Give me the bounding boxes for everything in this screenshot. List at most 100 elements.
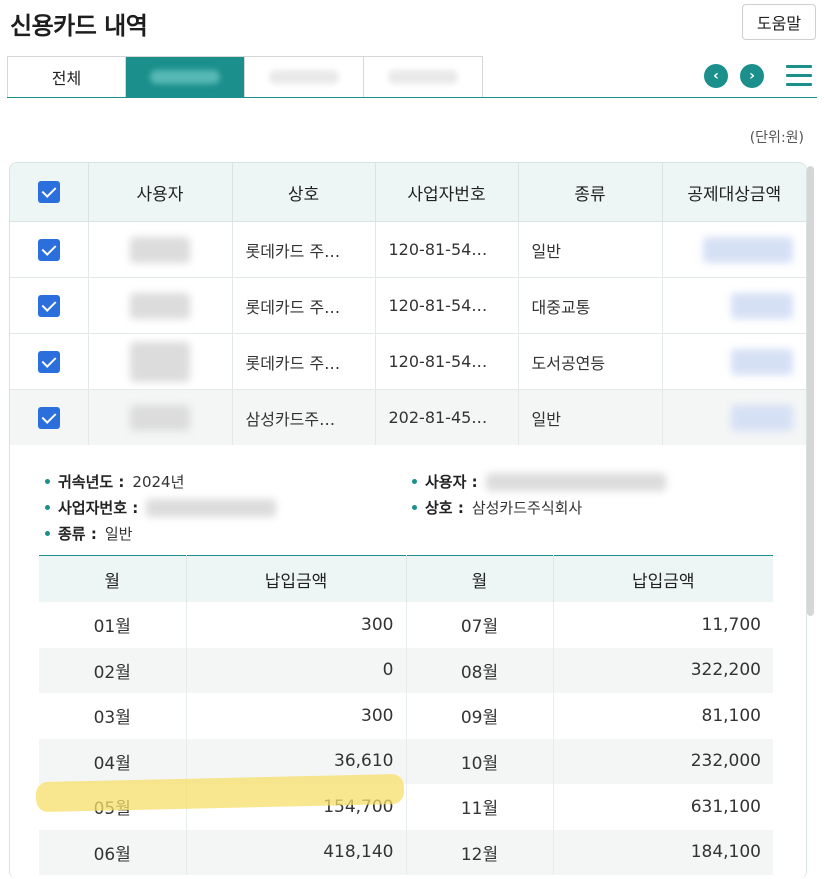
info-user-label: 사용자 : (425, 473, 478, 491)
info-user: 사용자 : (412, 471, 666, 492)
amount-cell: 300 (186, 693, 407, 739)
row-biz-no: 120-81-54… (375, 277, 519, 334)
row-company: 롯데카드 주… (232, 221, 376, 278)
col-header-amount: 공제대상금액 (662, 163, 806, 222)
month-cell: 03월 (39, 693, 187, 739)
tab-all[interactable]: 전체 (7, 56, 126, 97)
vertical-scrollbar[interactable] (807, 166, 814, 616)
col-header-company: 상호 (232, 163, 376, 222)
amount-cell: 322,200 (553, 647, 773, 693)
row-checkbox[interactable] (37, 294, 60, 317)
table-row[interactable]: 롯데카드 주… 120-81-54… 일반 (10, 221, 806, 278)
prev-tab-button[interactable]: ‹ (704, 64, 728, 88)
month-cell: 11월 (406, 784, 554, 830)
amount-cell: 184,100 (553, 829, 773, 875)
page-title: 신용카드 내역 (10, 12, 148, 40)
redacted-amount-link[interactable] (731, 404, 793, 431)
table-row[interactable]: 롯데카드 주… 120-81-54… 도서공연등 (10, 333, 806, 390)
month-cell: 09월 (406, 693, 554, 739)
info-type-value: 일반 (104, 525, 133, 543)
amount-cell: 0 (186, 647, 407, 693)
redacted-tab-label (269, 70, 339, 84)
row-checkbox[interactable] (37, 238, 60, 261)
amount-cell: 81,100 (701, 705, 761, 726)
chevron-left-icon: ‹ (713, 68, 719, 84)
redacted-tab-label (388, 70, 458, 84)
col-header-payment: 납입금액 (186, 555, 407, 602)
info-company-value: 삼성카드주식회사 (471, 499, 583, 517)
help-button[interactable]: 도움말 (742, 4, 816, 40)
table-header-row: 사용자 상호 사업자번호 종류 공제대상금액 (10, 163, 806, 222)
table-row: 04월 36,610 10월 232,000 (39, 738, 773, 784)
tab-card-3[interactable] (364, 56, 483, 97)
select-all-cell (10, 163, 89, 222)
table-row[interactable]: 롯데카드 주… 120-81-54… 대중교통 (10, 277, 806, 334)
info-type: 종류 : 일반 (45, 523, 132, 544)
row-checkbox[interactable] (37, 350, 60, 373)
month-cell: 01월 (39, 602, 187, 648)
amount-cell: 300 (186, 602, 407, 648)
card-list-panel: 사용자 상호 사업자번호 종류 공제대상금액 롯데카드 주… 120-81-54… (9, 162, 807, 879)
col-header-user: 사용자 (88, 163, 233, 222)
tab-bar: 전체 (7, 56, 483, 97)
row-company: 삼성카드주… (232, 389, 376, 446)
month-cell: 07월 (406, 602, 554, 648)
info-year: 귀속년도 : 2024년 (45, 471, 184, 492)
monthly-payment-table: 월 납입금액 월 납입금액 01월 300 07월 11,700 02월 0 0… (39, 555, 773, 875)
redacted-tab-label (150, 70, 220, 84)
redacted-user (130, 341, 190, 382)
info-year-label: 귀속년도 : (58, 473, 125, 491)
month-cell: 02월 (39, 647, 187, 693)
col-header-biz-no: 사업자번호 (375, 163, 519, 222)
table-row: 01월 300 07월 11,700 (39, 602, 773, 648)
row-type: 대중교통 (518, 277, 663, 334)
month-cell: 12월 (406, 829, 554, 875)
card-table: 사용자 상호 사업자번호 종류 공제대상금액 롯데카드 주… 120-81-54… (10, 163, 806, 446)
info-company-label: 상호 : (425, 499, 464, 517)
row-biz-no: 202-81-45… (375, 389, 519, 446)
redacted-user-value (485, 472, 666, 491)
tab-card-2[interactable] (245, 56, 364, 97)
monthly-header-row: 월 납입금액 월 납입금액 (39, 555, 773, 602)
amount-cell: 418,140 (186, 829, 407, 875)
month-cell: 04월 (39, 738, 187, 784)
row-type: 도서공연등 (518, 333, 663, 390)
redacted-amount-link[interactable] (731, 348, 793, 375)
card-detail-section: 귀속년도 : 2024년 사용자 : 사업자번호 : 상호 : 삼성카드주식회사… (10, 445, 806, 879)
info-company: 상호 : 삼성카드주식회사 (412, 497, 582, 518)
chevron-right-icon: › (749, 68, 755, 84)
unit-label: (단위:원) (749, 130, 804, 146)
row-type: 일반 (518, 389, 663, 446)
tab-underline (7, 97, 817, 98)
row-type: 일반 (518, 221, 663, 278)
info-biz-label: 사업자번호 : (58, 499, 139, 517)
row-biz-no: 120-81-54… (375, 333, 519, 390)
select-all-checkbox[interactable] (37, 181, 60, 203)
redacted-biz-value (146, 498, 277, 517)
col-header-payment: 납입금액 (553, 555, 773, 602)
tab-card-1[interactable] (126, 56, 245, 97)
menu-icon[interactable] (786, 64, 812, 88)
redacted-user (130, 404, 190, 431)
month-cell: 08월 (406, 647, 554, 693)
table-row: 02월 0 08월 322,200 (39, 647, 773, 693)
col-header-type: 종류 (518, 163, 663, 222)
month-cell: 10월 (406, 738, 554, 784)
table-row: 06월 418,140 12월 184,100 (39, 829, 773, 875)
redacted-amount-link[interactable] (703, 236, 793, 263)
amount-cell: 232,000 (553, 738, 773, 784)
redacted-amount-link[interactable] (731, 292, 793, 319)
row-company: 롯데카드 주… (232, 277, 376, 334)
info-biz-no: 사업자번호 : (45, 497, 277, 518)
row-checkbox[interactable] (37, 406, 60, 429)
table-row: 03월 300 09월 81,100 (39, 693, 773, 739)
col-header-month: 월 (39, 555, 187, 602)
amount-cell: 631,100 (690, 796, 761, 817)
table-row-selected[interactable]: 삼성카드주… 202-81-45… 일반 (10, 389, 806, 446)
info-year-value: 2024년 (132, 473, 185, 491)
month-cell: 06월 (39, 829, 187, 875)
next-tab-button[interactable]: › (740, 64, 764, 88)
info-type-label: 종류 : (58, 525, 97, 543)
redacted-user (130, 236, 190, 263)
amount-cell: 11,700 (701, 614, 761, 635)
